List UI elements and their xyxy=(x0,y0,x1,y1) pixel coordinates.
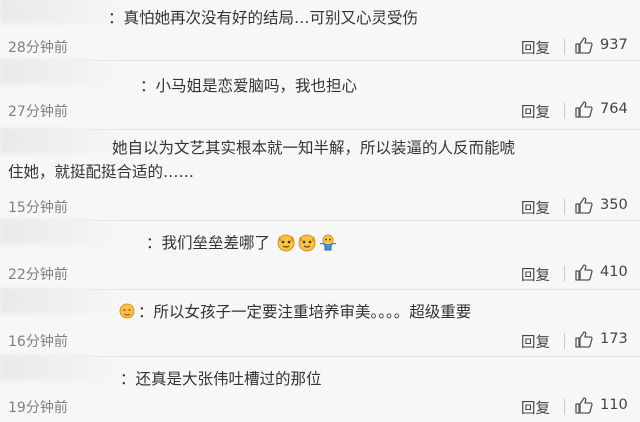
comment-item: 她自以为文艺其实根本就一知半解，所以装逼的人反而能唬住她，就挺配挺合适的…… 1… xyxy=(0,130,640,220)
comment-timestamp: 16分钟前 xyxy=(8,334,68,350)
comment-timestamp: 28分钟前 xyxy=(8,40,68,56)
shrug-emoji-icon xyxy=(319,234,337,251)
thumbs-up-icon[interactable] xyxy=(574,99,594,119)
reply-button[interactable]: 回复 xyxy=(521,397,550,418)
comment-item: ：还真是大张伟吐槽过的那位 19分钟前 回复 110 xyxy=(0,357,640,422)
comment-text: ：小马姐是恋爱脑吗，我也担心 xyxy=(140,77,358,95)
comment-item: ：小马姐是恋爱脑吗，我也担心 27分钟前 回复 764 xyxy=(0,61,640,129)
dog-face-emoji-icon xyxy=(277,234,295,252)
user-badge-icon xyxy=(119,303,135,319)
action-divider xyxy=(564,103,565,119)
like-count: 937 xyxy=(600,37,628,53)
comment-text: ：所以女孩子一定要注重培养审美。。。。超级重要 xyxy=(138,303,472,321)
thumbs-up-icon[interactable] xyxy=(574,35,594,55)
reply-button[interactable]: 回复 xyxy=(521,264,550,285)
thumbs-up-icon[interactable] xyxy=(574,395,594,415)
action-divider xyxy=(564,39,565,55)
reply-button[interactable]: 回复 xyxy=(521,331,550,352)
thumbs-up-icon[interactable] xyxy=(574,329,594,349)
like-count: 410 xyxy=(600,264,628,280)
comment-text: 她自以为文艺其实根本就一知半解，所以装逼的人反而能唬住她，就挺配挺合适的…… xyxy=(8,139,516,181)
thumbs-up-icon[interactable] xyxy=(574,195,594,215)
reply-button[interactable]: 回复 xyxy=(521,101,550,122)
comment-text: ：我们垒垒差哪了 xyxy=(146,231,338,255)
comment-item: ：真怕她再次没有好的结局…可别又心灵受伤 28分钟前 回复 937 xyxy=(0,0,640,60)
comment-timestamp: 27分钟前 xyxy=(8,104,68,120)
like-count: 764 xyxy=(600,101,628,117)
like-count: 110 xyxy=(600,397,628,413)
action-divider xyxy=(564,399,565,415)
comment-timestamp: 22分钟前 xyxy=(8,267,68,283)
comment-timestamp: 15分钟前 xyxy=(8,200,68,216)
comment-text: ：真怕她再次没有好的结局…可别又心灵受伤 xyxy=(108,9,419,27)
action-divider xyxy=(564,333,565,349)
like-count: 173 xyxy=(600,331,628,347)
like-count: 350 xyxy=(600,197,628,213)
comment-item: ：我们垒垒差哪了 22分钟前 回复 410 xyxy=(0,221,640,289)
thumbs-up-icon[interactable] xyxy=(574,262,594,282)
dog-face-emoji-icon xyxy=(298,234,316,252)
action-divider xyxy=(564,266,565,282)
comment-item: ：所以女孩子一定要注重培养审美。。。。超级重要 16分钟前 回复 173 xyxy=(0,290,640,356)
comment-timestamp: 19分钟前 xyxy=(8,400,68,416)
action-divider xyxy=(564,199,565,215)
reply-button[interactable]: 回复 xyxy=(521,197,550,218)
reply-button[interactable]: 回复 xyxy=(521,37,550,58)
comment-text: ：还真是大张伟吐槽过的那位 xyxy=(120,370,322,388)
comment-text-body: ：我们垒垒差哪了 xyxy=(146,234,271,252)
